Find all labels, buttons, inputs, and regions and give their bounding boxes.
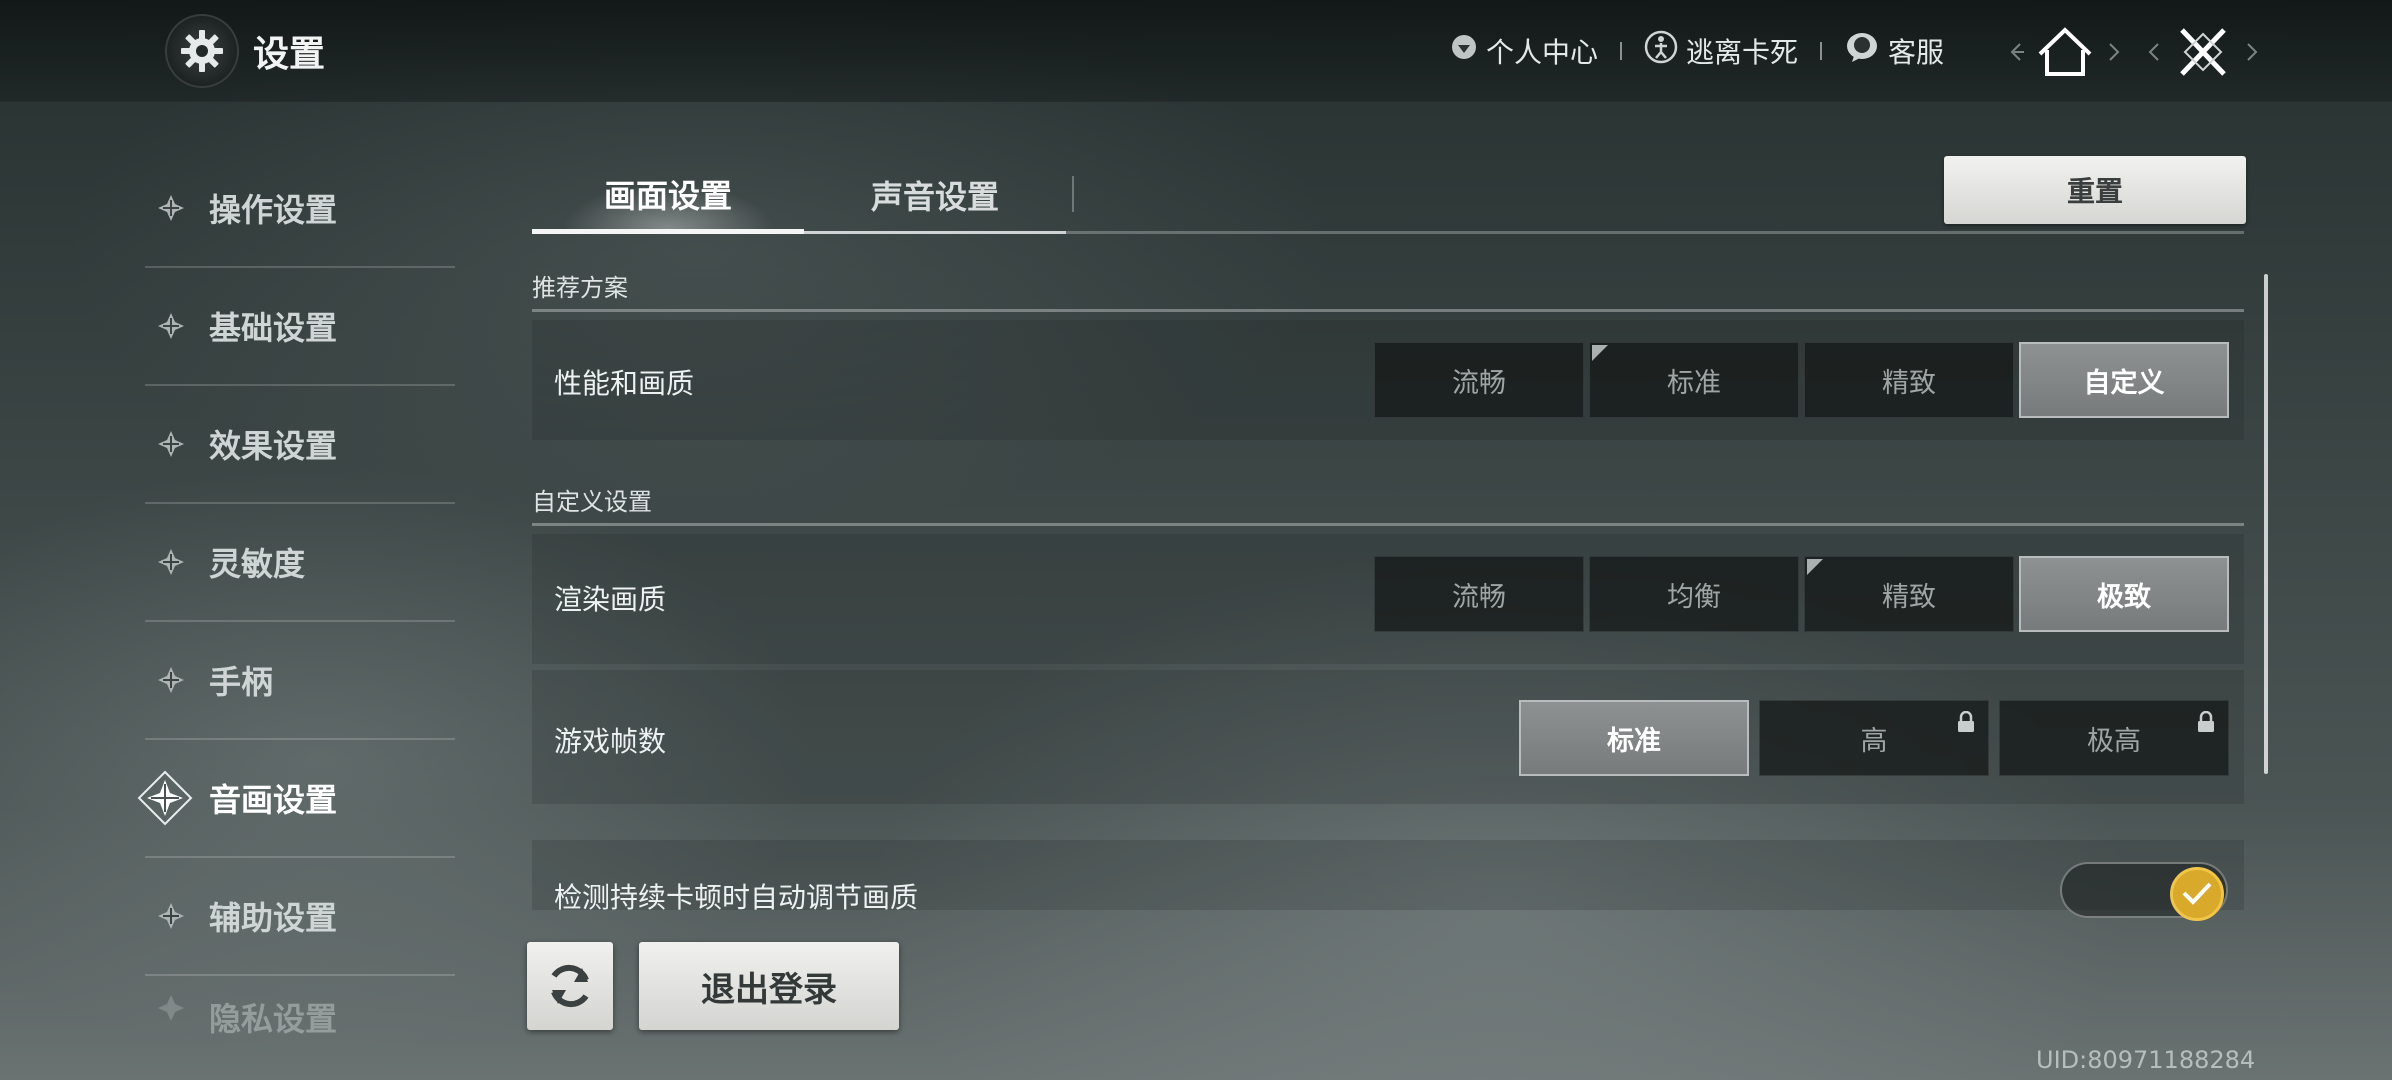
sidebar-item-label: 手柄 — [209, 663, 274, 701]
quality-option-fine[interactable]: 精致 — [1804, 342, 2014, 418]
support-link[interactable]: 客服 — [1844, 30, 1944, 71]
quality-preset-label: 性能和画质 — [554, 367, 695, 400]
profile-icon — [1450, 33, 1478, 68]
diamond-icon — [157, 194, 185, 222]
diamond-icon — [157, 994, 185, 1022]
refresh-icon — [551, 964, 589, 1008]
render-option-fine[interactable]: 精致 — [1804, 556, 2014, 632]
fps-option-ultra[interactable]: 极高 — [1999, 700, 2229, 776]
sidebar-item-label: 辅助设置 — [209, 899, 338, 937]
render-option-label: 精致 — [1882, 581, 1936, 613]
sidebar-item-privacy[interactable]: 隐私设置 — [145, 976, 455, 1038]
gear-icon — [165, 14, 239, 88]
user-id: UID:80971188284 — [2036, 1046, 2256, 1074]
sidebar-item-label: 操作设置 — [209, 191, 338, 229]
support-icon — [1844, 30, 1880, 71]
frame-rate-row: 游戏帧数 标准 高 极高 — [532, 670, 2244, 804]
auto-adjust-label: 检测持续卡顿时自动调节画质 — [554, 881, 919, 914]
page-title: 设置 — [253, 34, 326, 75]
sidebar-item-label: 基础设置 — [209, 309, 338, 347]
logout-button[interactable]: 退出登录 — [639, 942, 899, 1030]
sidebar-item-audio-video[interactable]: 音画设置 — [137, 740, 455, 858]
divider — [1072, 176, 1074, 212]
sidebar-item-label: 灵敏度 — [209, 545, 306, 583]
render-quality-row: 渲染画质 流畅 均衡 精致 极致 — [532, 534, 2244, 664]
fps-option-high[interactable]: 高 — [1759, 700, 1989, 776]
check-icon — [2170, 867, 2224, 921]
diamond-icon — [157, 430, 185, 458]
render-option-balanced[interactable]: 均衡 — [1589, 556, 1799, 632]
close-button[interactable] — [2148, 18, 2258, 86]
sidebar-item-label: 隐私设置 — [209, 1000, 338, 1038]
render-option-smooth[interactable]: 流畅 — [1374, 556, 1584, 632]
support-link-label: 客服 — [1888, 35, 1945, 69]
lock-icon — [1956, 709, 1976, 740]
fps-option-label: 极高 — [2087, 725, 2141, 757]
quality-option-smooth[interactable]: 流畅 — [1374, 342, 1584, 418]
top-bar: 设置 个人中心 逃离卡死 客服 — [0, 0, 2392, 102]
render-option-ultimate[interactable]: 极致 — [2019, 556, 2229, 632]
lock-icon — [2196, 709, 2216, 740]
sidebar: 操作设置 基础设置 效果设置 灵敏度 手柄 音画设置 辅助设置 隐私设置 — [137, 150, 455, 1038]
sidebar-item-effects[interactable]: 效果设置 — [145, 386, 455, 504]
sidebar-item-sensitivity[interactable]: 灵敏度 — [145, 504, 455, 622]
profile-link[interactable]: 个人中心 — [1450, 31, 1598, 71]
sidebar-item-assist[interactable]: 辅助设置 — [145, 858, 455, 976]
divider — [1620, 41, 1623, 60]
recommended-marker — [1807, 559, 1823, 575]
quality-option-standard[interactable]: 标准 — [1589, 342, 1799, 418]
escape-icon — [1644, 30, 1678, 71]
close-icon — [2148, 28, 2258, 76]
render-quality-label: 渲染画质 — [554, 583, 667, 616]
fps-option-label: 高 — [1860, 725, 1888, 757]
scrollbar[interactable] — [2264, 274, 2268, 774]
sidebar-item-gamepad[interactable]: 手柄 — [145, 622, 455, 740]
profile-link-label: 个人中心 — [1486, 35, 1599, 69]
top-links: 个人中心 逃离卡死 客服 — [1450, 30, 1944, 71]
divider — [1820, 41, 1823, 60]
quality-option-label: 标准 — [1667, 367, 1721, 399]
diamond-icon — [157, 312, 185, 340]
diamond-icon — [157, 548, 185, 576]
sidebar-item-basic[interactable]: 基础设置 — [145, 268, 455, 386]
escape-link[interactable]: 逃离卡死 — [1644, 30, 1798, 71]
home-button[interactable] — [2010, 18, 2120, 86]
diamond-icon — [157, 902, 185, 930]
section-custom: 自定义设置 — [532, 482, 2244, 526]
tab-sound[interactable]: 声音设置 — [804, 158, 1066, 234]
sidebar-item-label: 效果设置 — [209, 427, 338, 465]
quality-option-custom[interactable]: 自定义 — [2019, 342, 2229, 418]
tab-display[interactable]: 画面设置 — [532, 158, 804, 234]
diamond-icon — [157, 666, 185, 694]
frame-rate-label: 游戏帧数 — [554, 725, 667, 758]
sidebar-item-label: 音画设置 — [209, 781, 338, 819]
recommended-marker — [1592, 345, 1608, 361]
reset-button[interactable]: 重置 — [1944, 156, 2246, 224]
refresh-button[interactable] — [527, 942, 613, 1030]
quality-preset-row: 性能和画质 流畅 标准 精致 自定义 — [532, 320, 2244, 440]
page-header: 设置 — [165, 14, 326, 88]
auto-adjust-row: 检测持续卡顿时自动调节画质 — [532, 840, 2244, 914]
sidebar-item-controls[interactable]: 操作设置 — [145, 150, 455, 268]
fps-option-standard[interactable]: 标准 — [1519, 700, 1749, 776]
diamond-active-icon — [137, 770, 193, 826]
escape-link-label: 逃离卡死 — [1686, 35, 1799, 69]
home-icon — [2010, 27, 2120, 76]
section-recommended: 推荐方案 — [532, 268, 2244, 312]
